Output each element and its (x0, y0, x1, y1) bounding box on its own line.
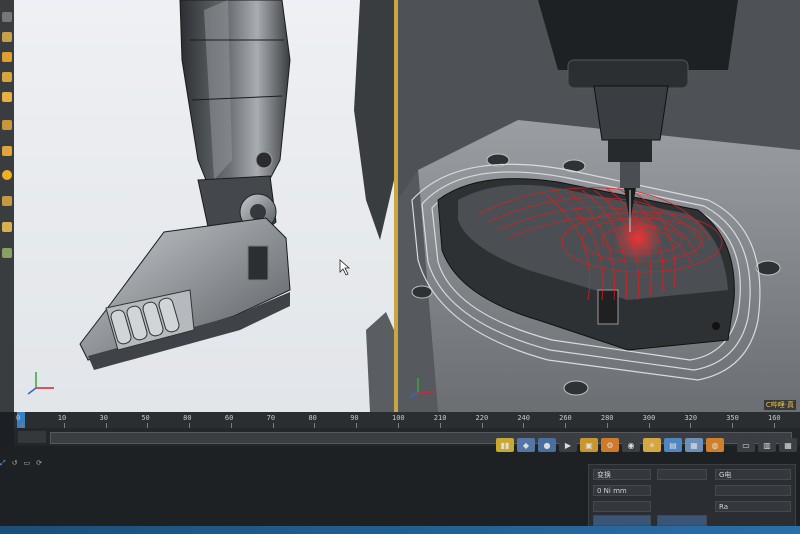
attr-field-mode[interactable] (715, 485, 791, 496)
object-icon[interactable]: ◍ (706, 438, 724, 452)
status-row: ⤢ ↺ ▭ ⟳ (0, 456, 42, 470)
timeline-tick-label: 90 (350, 414, 359, 422)
timeline-tick-label: 50 (141, 414, 150, 422)
tool-icon[interactable]: ⟳ (36, 459, 42, 467)
timeline-tick-label: 30 (99, 414, 108, 422)
timeline-ruler[interactable]: 0 10 30 50 80 60 70 80 90 100 210 220 240 260 280 300 32… (14, 412, 800, 428)
tool-icon[interactable] (2, 72, 12, 82)
tool-icon[interactable] (2, 120, 12, 130)
attr-field-reset[interactable] (657, 515, 707, 526)
tool-icon[interactable] (2, 52, 12, 62)
attr-field-scale[interactable]: 0 Ni mm (593, 485, 651, 496)
record-icon[interactable]: ● (538, 438, 556, 452)
light-icon[interactable]: ☀ (643, 438, 661, 452)
timeline-tick-label: 280 (600, 414, 614, 422)
keyframe-icon[interactable]: ▮▮ (496, 438, 514, 452)
cnc-toolpath-scene (398, 0, 800, 412)
render-icon[interactable]: ▣ (580, 438, 598, 452)
timeline-tick-label: 10 (57, 414, 67, 422)
tool-icon[interactable]: ▭ (23, 459, 30, 467)
tool-icon[interactable]: ⤢ (0, 459, 6, 468)
timeline-tick-label: 100 (392, 414, 405, 422)
timeline-tick-label: 60 (224, 414, 234, 422)
tool-icon[interactable] (2, 146, 12, 156)
tool-icon[interactable]: ↺ (12, 459, 18, 467)
view-icon[interactable]: ▭ (737, 438, 755, 452)
left-toolbar (0, 0, 14, 412)
viewport-left[interactable] (14, 0, 394, 412)
timeline-tick-label: 240 (517, 414, 530, 422)
grid-icon[interactable]: ▦ (779, 438, 797, 452)
attr-field-size[interactable] (593, 501, 651, 512)
timeline-tick-label: 300 (642, 414, 656, 422)
tool-icon[interactable] (2, 32, 12, 42)
snap-icon[interactable]: ◆ (517, 438, 535, 452)
playback-controls: ▮▮ ◆ ● ▶ ▣ ⚙ ◉ ☀ ▤ ▦ ◍ ▭ ▥ ▦ ▣ (496, 438, 800, 456)
timeline-tick-label: 160 (768, 414, 781, 422)
settings-icon[interactable]: ⚙ (601, 438, 619, 452)
camera-icon[interactable]: ◉ (622, 438, 640, 452)
tool-icon[interactable] (2, 222, 12, 232)
scene-icon[interactable]: ▦ (685, 438, 703, 452)
frame-field[interactable] (18, 431, 46, 443)
timeline-tick-label: 70 (266, 414, 276, 422)
attr-field-radius[interactable]: Ra (715, 501, 791, 512)
attr-field-apply[interactable] (593, 515, 651, 526)
timeline-tick-label: 80 (183, 414, 192, 422)
timeline-tick-label: 210 (433, 414, 447, 422)
cursor-icon (339, 259, 351, 276)
timeline-tick-label: 350 (726, 414, 739, 422)
viewport-right[interactable]: C哔哩·真 (398, 0, 800, 412)
tool-icon[interactable] (2, 196, 12, 206)
timeline-tick-label: 260 (559, 414, 572, 422)
bottom-panel: ▮▮ ◆ ● ▶ ▣ ⚙ ◉ ☀ ▤ ▦ ◍ ▭ ▥ ▦ ▣ ⤢ ↺ ▭ ⟳ 变… (0, 438, 800, 534)
timeline-tick-label: 220 (475, 414, 489, 422)
tool-icon[interactable] (2, 12, 12, 22)
timeline-tick-label: 80 (308, 414, 317, 422)
taskbar-strip (0, 526, 800, 534)
tool-icon[interactable] (2, 92, 12, 102)
layout-icon[interactable]: ▥ (758, 438, 776, 452)
timeline-tick-label: 0 (16, 414, 21, 422)
watermark: C哔哩·真 (763, 400, 796, 410)
attr-field-deform[interactable]: G电 (715, 469, 791, 480)
axis-gizmo-icon (27, 372, 54, 395)
robot-leg-model (27, 0, 394, 412)
attr-field-transform[interactable]: 变换 (593, 469, 651, 480)
timeline-tick-label: 320 (684, 414, 698, 422)
attr-field-value[interactable] (657, 469, 707, 480)
tool-icon[interactable] (2, 170, 12, 180)
attributes-panel: 变换 G电 0 Ni mm Ra (588, 464, 796, 528)
tool-icon[interactable] (2, 248, 12, 258)
material-icon[interactable]: ▤ (664, 438, 682, 452)
play-icon[interactable]: ▶ (559, 438, 577, 452)
